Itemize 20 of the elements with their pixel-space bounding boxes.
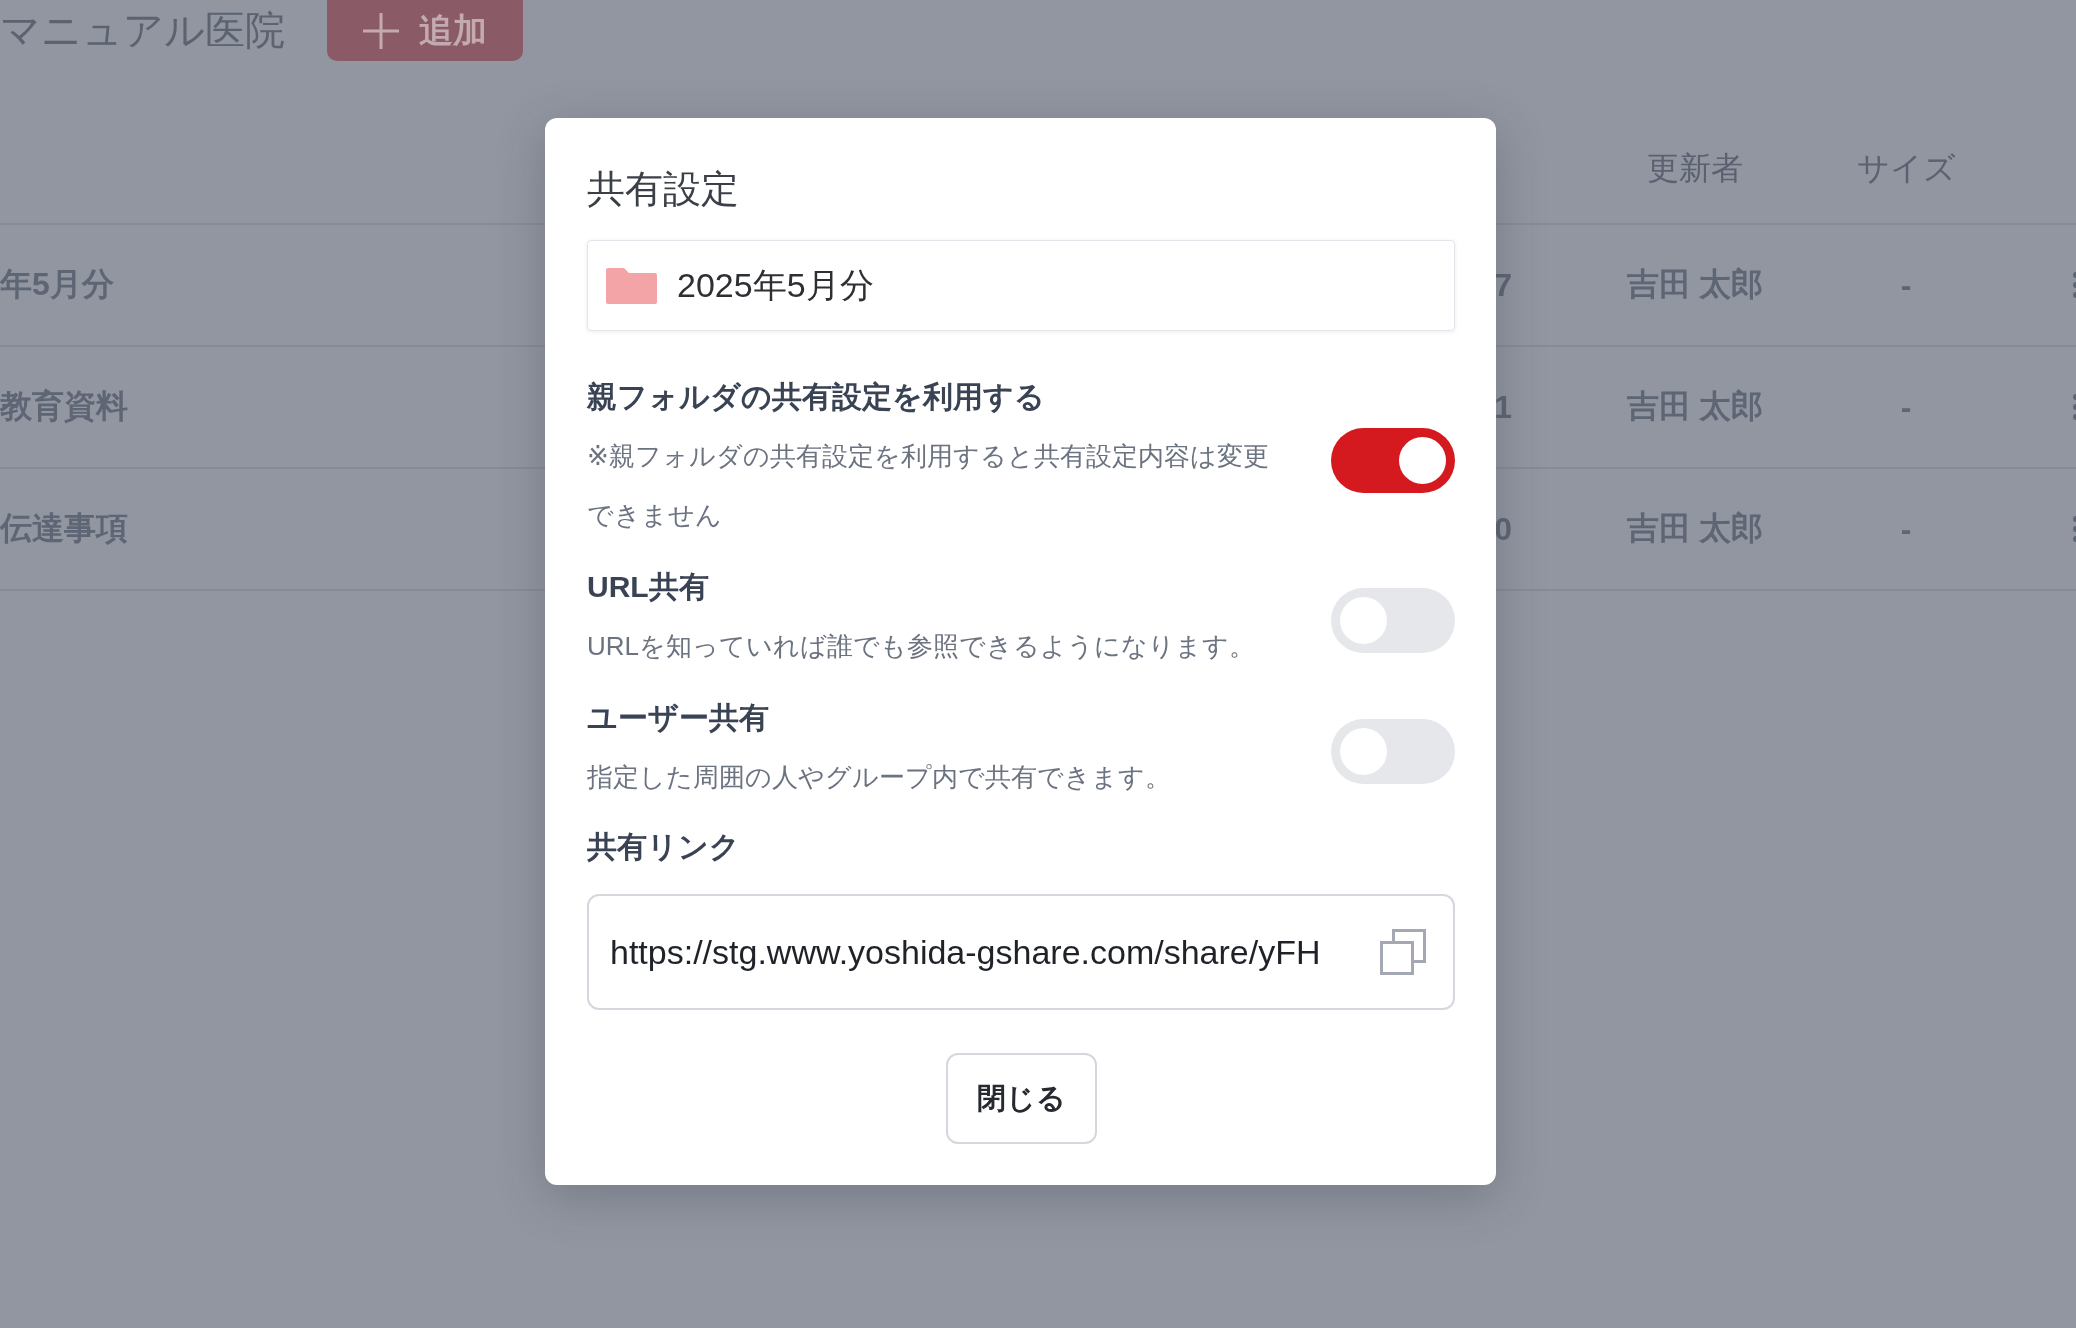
setting-label: 親フォルダの共有設定を利用する xyxy=(587,379,1045,415)
link-label: 共有リンク xyxy=(587,829,741,865)
link-field[interactable]: https://stg.www.yoshida-gshare.com/share/yFH xyxy=(587,894,1455,1010)
copy-icon[interactable] xyxy=(1380,929,1426,975)
setting-label: URL共有 xyxy=(587,569,709,605)
folder-icon xyxy=(606,267,657,304)
dialog-title: 共有設定 xyxy=(587,167,740,212)
plus-icon xyxy=(363,12,399,49)
setting-description: 指定した周囲の人やグループ内で共有できます。 xyxy=(587,761,1171,794)
folder-name: 2025年5月分 xyxy=(677,264,874,306)
dots-icon[interactable] xyxy=(2072,394,2076,420)
size-value: - xyxy=(1900,266,1912,304)
close-button[interactable]: 閉じる xyxy=(945,1053,1097,1144)
dots-icon[interactable] xyxy=(2072,272,2076,298)
setting-description: ※親フォルダの共有設定を利用すると共有設定内容は変更できません xyxy=(587,440,1270,532)
size-value: - xyxy=(1900,388,1912,426)
size-value: - xyxy=(1900,510,1912,548)
setting-description: URLを知っていれば誰でも参照できるようになります。 xyxy=(587,630,1255,663)
dots-icon[interactable] xyxy=(2072,516,2076,542)
setting-label: ユーザー共有 xyxy=(587,700,769,736)
